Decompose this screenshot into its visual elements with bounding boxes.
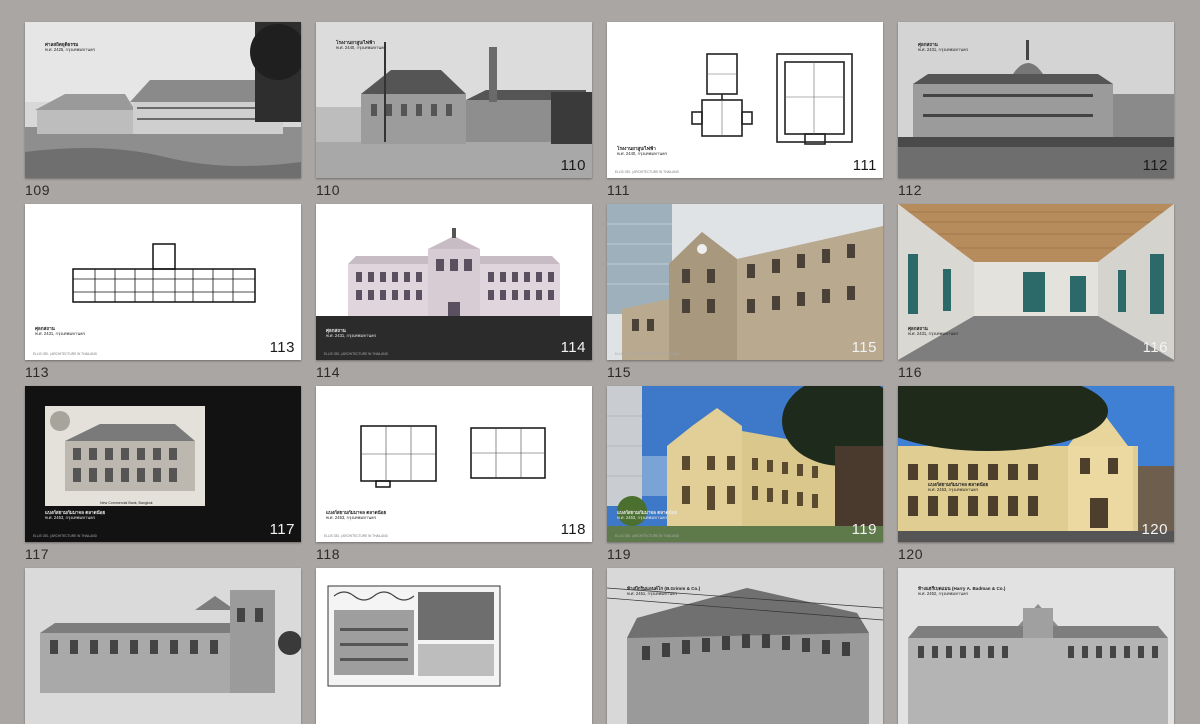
slide-number-112: 112 xyxy=(898,182,923,198)
slide-footer-115: ELLIS OEL | ARCHITECTURE IN THAILAND xyxy=(615,352,679,356)
slide-number-114: 114 xyxy=(316,364,341,380)
slide-thumbnail-110[interactable]: โรงงานยาสูบ/ไฟฟ้า พ.ศ. 2440, กรุงเทพมหานค… xyxy=(316,22,592,178)
slide-caption-112: ศุลกสถาน พ.ศ. 2431, กรุงเทพมหานคร xyxy=(918,42,969,52)
slide-image-122 xyxy=(316,568,592,724)
slide-inner-number-115: 115 xyxy=(851,339,877,356)
slide-thumbnail-113[interactable]: ศุลกสถาน พ.ศ. 2431, กรุงเทพมหานคร ELLIS O… xyxy=(25,204,301,360)
slide-image-116 xyxy=(898,204,1174,360)
slide-thumbnail-116[interactable]: ศุลกสถาน พ.ศ. 2431, กรุงเทพมหานคร 116 xyxy=(898,204,1174,360)
slide-thumbnail-109[interactable]: ศาลสถิตยุติธรรม พ.ศ. 2425, กรุงเทพมหานคร xyxy=(25,22,301,178)
slide-image-120 xyxy=(898,386,1174,542)
slide-inner-number-113: 113 xyxy=(269,339,295,356)
slide-caption-117: แบงก์สยามกัมมาจล ตลาดน้อย พ.ศ. 2453, กรุง… xyxy=(45,510,106,520)
slide-number-116: 116 xyxy=(898,364,923,380)
slide-thumbnail-111[interactable]: โรงงานยาสูบ/ไฟฟ้า พ.ศ. 2440, กรุงเทพมหานค… xyxy=(607,22,883,178)
slide-thumbnail-122[interactable] xyxy=(316,568,592,724)
slide-image-115 xyxy=(607,204,883,360)
slide-caption-110: โรงงานยาสูบ/ไฟฟ้า พ.ศ. 2440, กรุงเทพมหานค… xyxy=(336,40,387,50)
slide-inner-number-112: 112 xyxy=(1142,157,1168,174)
slide-inner-number-119: 119 xyxy=(851,521,877,538)
slide-footer-114: ELLIS OEL | ARCHITECTURE IN THAILAND xyxy=(324,352,388,356)
slide-caption-116: ศุลกสถาน พ.ศ. 2431, กรุงเทพมหานคร xyxy=(908,326,959,336)
slide-caption-124: ห้างแฮรีเบดแมน (Harry A. Badman & Co.) พ.… xyxy=(918,586,1006,596)
slide-footer-111: ELLIS OEL | ARCHITECTURE IN THAILAND xyxy=(615,170,679,174)
slide-caption-120: แบงก์สยามกัมมาจล ตลาดน้อย พ.ศ. 2453, กรุง… xyxy=(928,482,989,492)
slide-caption-113: ศุลกสถาน พ.ศ. 2431, กรุงเทพมหานคร xyxy=(35,326,86,336)
slide-thumbnail-112[interactable]: ศุลกสถาน พ.ศ. 2431, กรุงเทพมหานคร 112 xyxy=(898,22,1174,178)
slide-number-118: 118 xyxy=(316,546,341,562)
slide-inner-number-117: 117 xyxy=(269,521,295,538)
slide-thumbnail-121[interactable] xyxy=(25,568,301,724)
floor-plan-drawing-113 xyxy=(25,204,301,360)
slide-inner-number-111: 111 xyxy=(852,157,877,174)
slide-caption-119: แบงก์สยามกัมมาจล ตลาดน้อย พ.ศ. 2453, กรุง… xyxy=(617,510,678,520)
slide-caption-123: ห้างบีกริมแอนด์โก (B.Grimm & Co.) พ.ศ. 24… xyxy=(627,586,701,596)
slide-thumbnail-117[interactable]: New Commercial Bank, Bangkok แบงก์สยามกั… xyxy=(25,386,301,542)
slide-thumbnail-119[interactable]: แบงก์สยามกัมมาจล ตลาดน้อย พ.ศ. 2453, กรุง… xyxy=(607,386,883,542)
slide-inner-number-118: 118 xyxy=(560,521,586,538)
slide-number-117: 117 xyxy=(25,546,50,562)
slide-number-113: 113 xyxy=(25,364,50,380)
slide-caption-109: ศาลสถิตยุติธรรม พ.ศ. 2425, กรุงเทพมหานคร xyxy=(45,42,96,52)
slide-caption-118: แบงก์สยามกัมมาจล ตลาดน้อย พ.ศ. 2453, กรุง… xyxy=(326,510,387,520)
slide-caption-111: โรงงานยาสูบ/ไฟฟ้า พ.ศ. 2440, กรุงเทพมหานค… xyxy=(617,146,668,156)
slide-number-120: 120 xyxy=(898,546,924,562)
slide-caption-114: ศุลกสถาน พ.ศ. 2431, กรุงเทพมหานคร xyxy=(326,328,377,338)
slide-inner-number-116: 116 xyxy=(1142,339,1168,356)
slide-thumbnail-118[interactable]: แบงก์สยามกัมมาจล ตลาดน้อย พ.ศ. 2453, กรุง… xyxy=(316,386,592,542)
slide-footer-119: ELLIS OEL | ARCHITECTURE IN THAILAND xyxy=(615,534,679,538)
slide-thumbnail-120[interactable]: แบงก์สยามกัมมาจล ตลาดน้อย พ.ศ. 2453, กรุง… xyxy=(898,386,1174,542)
slide-number-115: 115 xyxy=(607,364,632,380)
slide-thumbnail-124[interactable]: ห้างแฮรีเบดแมน (Harry A. Badman & Co.) พ.… xyxy=(898,568,1174,724)
slide-number-111: 111 xyxy=(607,182,631,198)
slide-thumbnail-115[interactable]: ELLIS OEL | ARCHITECTURE IN THAILAND 115 xyxy=(607,204,883,360)
slide-footer-113: ELLIS OEL | ARCHITECTURE IN THAILAND xyxy=(33,352,97,356)
slide-footer-117: ELLIS OEL | ARCHITECTURE IN THAILAND xyxy=(33,534,97,538)
slide-number-119: 119 xyxy=(607,546,632,562)
slide-number-109: 109 xyxy=(25,182,51,198)
slide-thumbnail-114[interactable]: ศุลกสถาน พ.ศ. 2431, กรุงเทพมหานคร ELLIS O… xyxy=(316,204,592,360)
slide-image-121 xyxy=(25,568,301,724)
slide-thumbnail-123[interactable]: ห้างบีกริมแอนด์โก (B.Grimm & Co.) พ.ศ. 24… xyxy=(607,568,883,724)
slide-number-110: 110 xyxy=(316,182,341,198)
slide-footer-118: ELLIS OEL | ARCHITECTURE IN THAILAND xyxy=(324,534,388,538)
slide-inner-number-120: 120 xyxy=(1141,521,1168,538)
slide-inner-number-114: 114 xyxy=(560,339,586,356)
slide-inner-number-110: 110 xyxy=(560,157,586,174)
photo-caption-117: New Commercial Bank, Bangkok xyxy=(100,501,153,505)
